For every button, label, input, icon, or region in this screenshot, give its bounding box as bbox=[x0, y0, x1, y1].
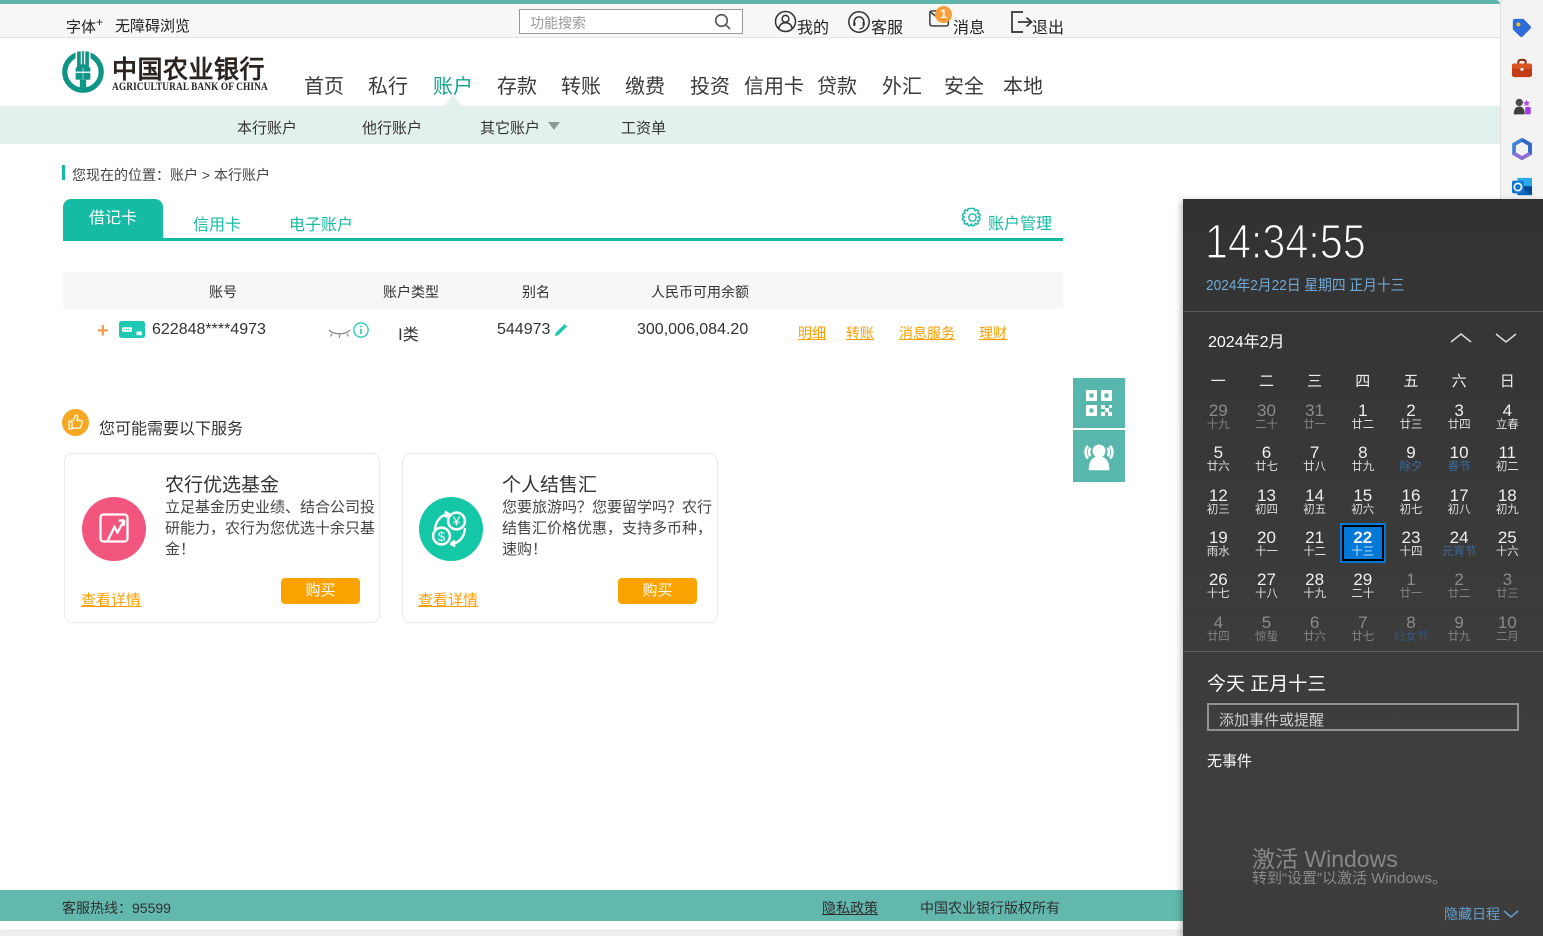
svg-text:$: $ bbox=[438, 529, 446, 544]
svg-text:¥: ¥ bbox=[452, 514, 461, 529]
